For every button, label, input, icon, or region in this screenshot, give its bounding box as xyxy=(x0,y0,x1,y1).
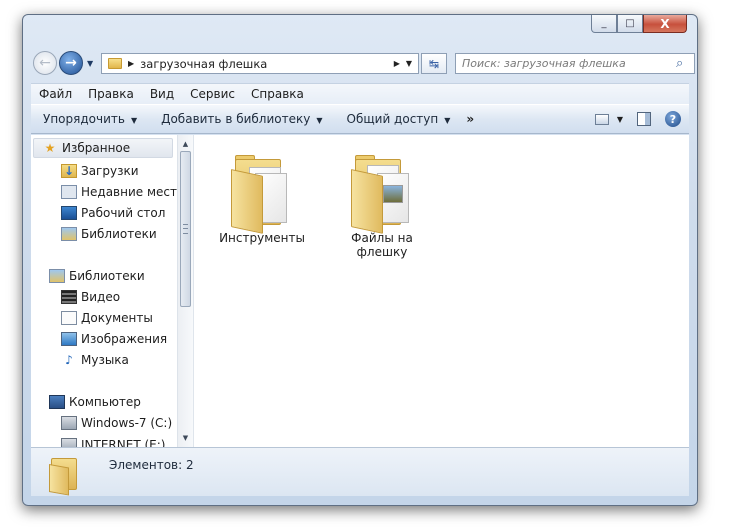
scroll-down-icon[interactable]: ▼ xyxy=(178,431,193,445)
nav-computer-header[interactable]: Компьютер xyxy=(49,392,141,412)
menu-tools[interactable]: Сервис xyxy=(182,87,243,101)
minimize-button[interactable]: _ xyxy=(591,15,617,33)
file-list: Инструменты Файлы на флешку xyxy=(193,135,689,447)
menu-edit[interactable]: Правка xyxy=(80,87,142,101)
nav-item-desktop[interactable]: Рабочий стол xyxy=(61,203,165,223)
nav-item-video[interactable]: Видео xyxy=(61,287,120,307)
maximize-button[interactable]: □ xyxy=(617,15,643,33)
video-library-icon xyxy=(61,290,77,304)
search-box[interactable]: ⌕ xyxy=(455,53,695,74)
nav-item-music[interactable]: ♪ Музыка xyxy=(61,350,129,370)
folder-icon xyxy=(108,58,122,69)
address-dropdown-icon[interactable]: ▼ xyxy=(406,59,412,68)
change-view-icon[interactable] xyxy=(594,113,609,125)
command-bar: Упорядочить ▼ Добавить в библиотеку ▼ Общи… xyxy=(31,104,689,134)
nav-pane-scrollbar[interactable]: ▲ ▼ xyxy=(177,135,193,447)
nav-label: Библиотеки xyxy=(81,227,157,241)
chevron-down-icon: ▼ xyxy=(130,116,138,125)
pictures-library-icon xyxy=(61,332,77,346)
forward-button[interactable]: → xyxy=(59,51,83,75)
nav-item-drive-c[interactable]: Windows-7 (C:) xyxy=(61,413,172,433)
item-count: Элементов: 2 xyxy=(109,458,194,472)
breadcrumb-separator-icon[interactable]: ▶ xyxy=(128,59,134,68)
close-button[interactable]: X xyxy=(643,15,687,33)
history-dropdown-icon[interactable]: ▼ xyxy=(87,59,93,68)
breadcrumb-trailing-arrow-icon[interactable]: ▶ xyxy=(394,59,400,68)
folder-icon xyxy=(227,155,297,234)
folder-item-tools[interactable]: Инструменты xyxy=(212,155,312,245)
folder-item-files-for-usb[interactable]: Файлы на флешку xyxy=(332,155,432,259)
nav-label: Библиотеки xyxy=(69,269,145,283)
add-to-library-button[interactable]: Добавить в библиотеку ▼ xyxy=(149,112,334,126)
nav-item-recent-places[interactable]: Недавние места xyxy=(61,182,177,202)
refresh-icon: ↹ xyxy=(428,56,440,71)
menu-help[interactable]: Справка xyxy=(243,87,312,101)
nav-label: INTERNET (E:) xyxy=(81,438,166,447)
address-bar[interactable]: ▶ загрузочная флешка ▶ ▼ xyxy=(101,53,419,74)
scrollbar-thumb[interactable] xyxy=(180,151,191,307)
nav-label: Недавние места xyxy=(81,185,177,199)
nav-label: Компьютер xyxy=(69,395,141,409)
menu-bar: Файл Правка Вид Сервис Справка xyxy=(31,83,689,104)
view-options-dropdown-icon[interactable]: ▼ xyxy=(617,115,623,124)
nav-item-pictures[interactable]: Изображения xyxy=(61,329,167,349)
nav-label: Загрузки xyxy=(81,164,139,178)
downloads-folder-icon: ↓ xyxy=(61,164,77,178)
nav-label: Музыка xyxy=(81,353,129,367)
navigation-pane: ★ Избранное ↓ Загрузки Недавние места Ра… xyxy=(31,135,177,447)
refresh-button[interactable]: ↹ xyxy=(421,53,447,74)
caption-buttons: _ □ X xyxy=(591,15,687,33)
computer-icon xyxy=(49,395,65,409)
organize-button[interactable]: Упорядочить ▼ xyxy=(31,112,149,126)
nav-item-libraries-favorite[interactable]: Библиотеки xyxy=(61,224,157,244)
nav-item-downloads[interactable]: ↓ Загрузки xyxy=(61,161,139,181)
nav-label: Документы xyxy=(81,311,153,325)
nav-favorites-header[interactable]: ★ Избранное xyxy=(33,138,173,158)
nav-label: Избранное xyxy=(62,141,131,155)
toolbar-right-group: ▼ ? xyxy=(594,111,689,127)
share-label: Общий доступ xyxy=(346,112,439,126)
scroll-up-icon[interactable]: ▲ xyxy=(178,137,193,151)
menu-file[interactable]: Файл xyxy=(31,87,80,101)
star-icon: ★ xyxy=(44,141,56,155)
nav-libraries-header[interactable]: Библиотеки xyxy=(49,266,145,286)
chevron-down-icon: ▼ xyxy=(316,116,323,125)
folder-with-files-icon xyxy=(347,155,417,234)
preview-pane-icon[interactable] xyxy=(637,112,651,126)
documents-library-icon xyxy=(61,311,77,325)
nav-label: Рабочий стол xyxy=(81,206,166,220)
explorer-window: _ □ X ← → ▼ ▶ загрузочная флешка ▶ ▼ ↹ ⌕… xyxy=(22,14,698,506)
chevron-down-icon: ▼ xyxy=(444,116,451,125)
nav-item-documents[interactable]: Документы xyxy=(61,308,153,328)
nav-label: Windows-7 (C:) xyxy=(81,416,173,430)
back-button[interactable]: ← xyxy=(33,51,57,75)
libraries-icon xyxy=(49,269,65,283)
libraries-icon xyxy=(61,227,77,241)
nav-label: Изображения xyxy=(81,332,168,346)
more-commands-button[interactable]: » xyxy=(462,112,478,126)
nav-item-drive-e[interactable]: INTERNET (E:) xyxy=(61,435,165,447)
recent-places-icon xyxy=(61,185,77,199)
folder-name: Файлы на флешку xyxy=(351,231,413,259)
menu-view[interactable]: Вид xyxy=(142,87,182,101)
organize-label: Упорядочить xyxy=(43,112,125,126)
search-input[interactable] xyxy=(456,55,676,72)
desktop-icon xyxy=(61,206,77,220)
folder-icon xyxy=(49,456,81,496)
grip-icon xyxy=(183,224,188,234)
hard-drive-icon xyxy=(61,416,77,430)
music-note-icon: ♪ xyxy=(65,353,73,367)
help-icon[interactable]: ? xyxy=(665,111,681,127)
details-pane: Элементов: 2 xyxy=(31,447,689,496)
navigation-row: ← → ▼ ▶ загрузочная флешка ▶ ▼ ↹ ⌕ xyxy=(31,49,695,79)
add-to-library-label: Добавить в библиотеку xyxy=(161,112,311,126)
usb-drive-icon xyxy=(61,438,77,447)
share-button[interactable]: Общий доступ ▼ xyxy=(335,112,463,126)
magnifier-icon[interactable]: ⌕ xyxy=(676,56,694,71)
nav-label: Видео xyxy=(81,290,121,304)
